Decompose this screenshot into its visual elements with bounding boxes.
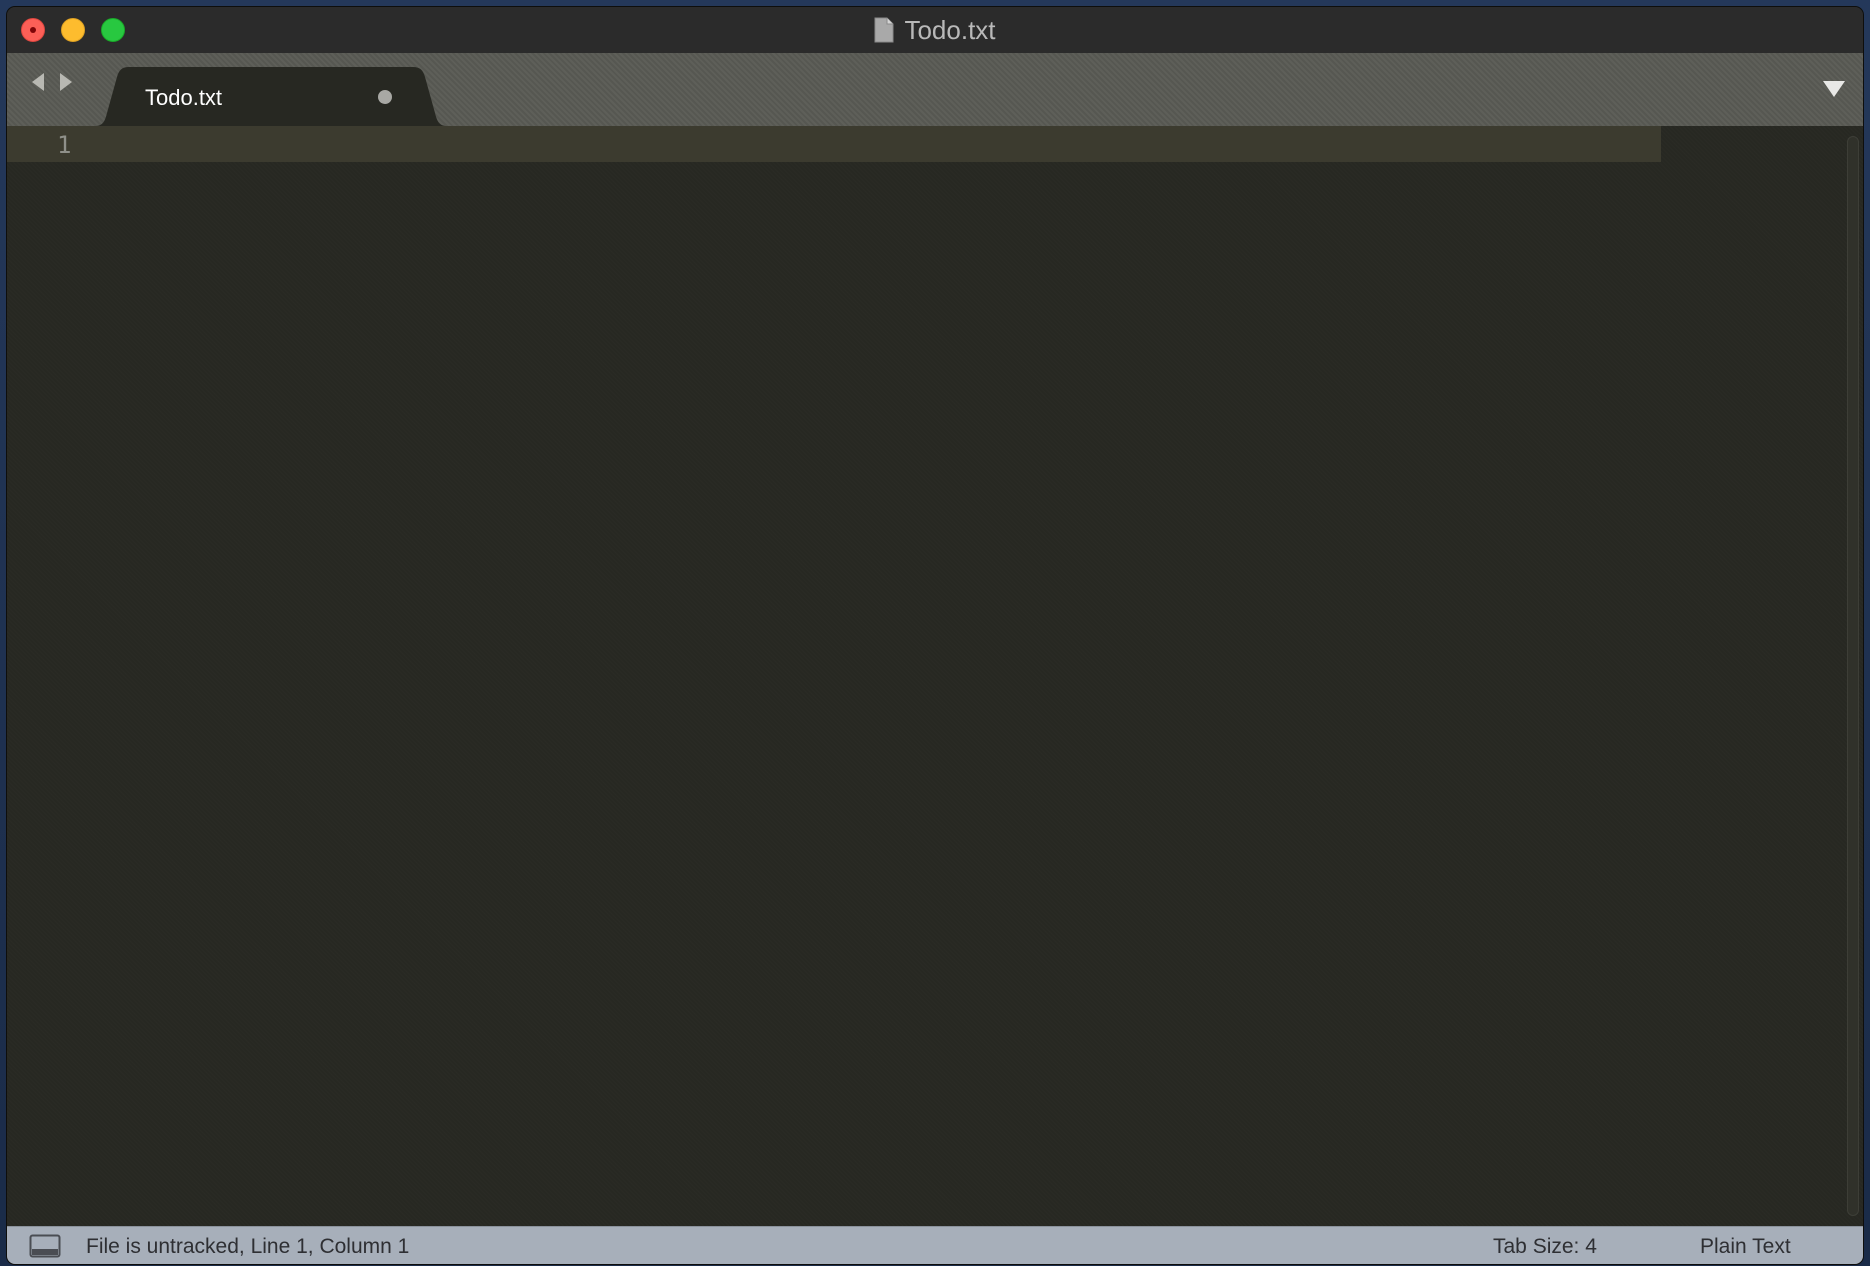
text-editor[interactable] bbox=[97, 126, 1657, 1226]
desktop-background: Todo.txt Todo.txt 1 File is untracked, L… bbox=[0, 0, 1870, 1266]
tab-bar: Todo.txt bbox=[7, 53, 1863, 126]
title-bar[interactable]: Todo.txt bbox=[7, 7, 1863, 54]
editor-window: Todo.txt Todo.txt 1 File is untracked, L… bbox=[7, 7, 1863, 1264]
status-bar: File is untracked, Line 1, Column 1 Tab … bbox=[7, 1226, 1863, 1264]
tab-navigation bbox=[27, 71, 77, 93]
chevron-right-icon[interactable] bbox=[55, 71, 77, 93]
status-message: File is untracked, Line 1, Column 1 bbox=[86, 1235, 410, 1258]
document-icon bbox=[874, 17, 894, 43]
syntax-selector[interactable]: Plain Text bbox=[1700, 1235, 1791, 1259]
tab-label: Todo.txt bbox=[145, 85, 223, 110]
chevron-left-icon[interactable] bbox=[27, 71, 49, 93]
window-title-group: Todo.txt bbox=[7, 7, 1863, 53]
vertical-scrollbar[interactable] bbox=[1847, 136, 1859, 1216]
window-title: Todo.txt bbox=[904, 14, 996, 45]
tab-size-selector[interactable]: Tab Size: 4 bbox=[1493, 1235, 1597, 1259]
panel-icon[interactable] bbox=[29, 1234, 61, 1258]
triangle-down-icon[interactable] bbox=[1821, 77, 1847, 99]
line-number: 1 bbox=[57, 131, 72, 159]
unsaved-indicator-icon[interactable] bbox=[378, 90, 392, 104]
tab-todo[interactable]: Todo.txt bbox=[95, 67, 447, 126]
editor-area[interactable]: 1 bbox=[7, 126, 1863, 1226]
